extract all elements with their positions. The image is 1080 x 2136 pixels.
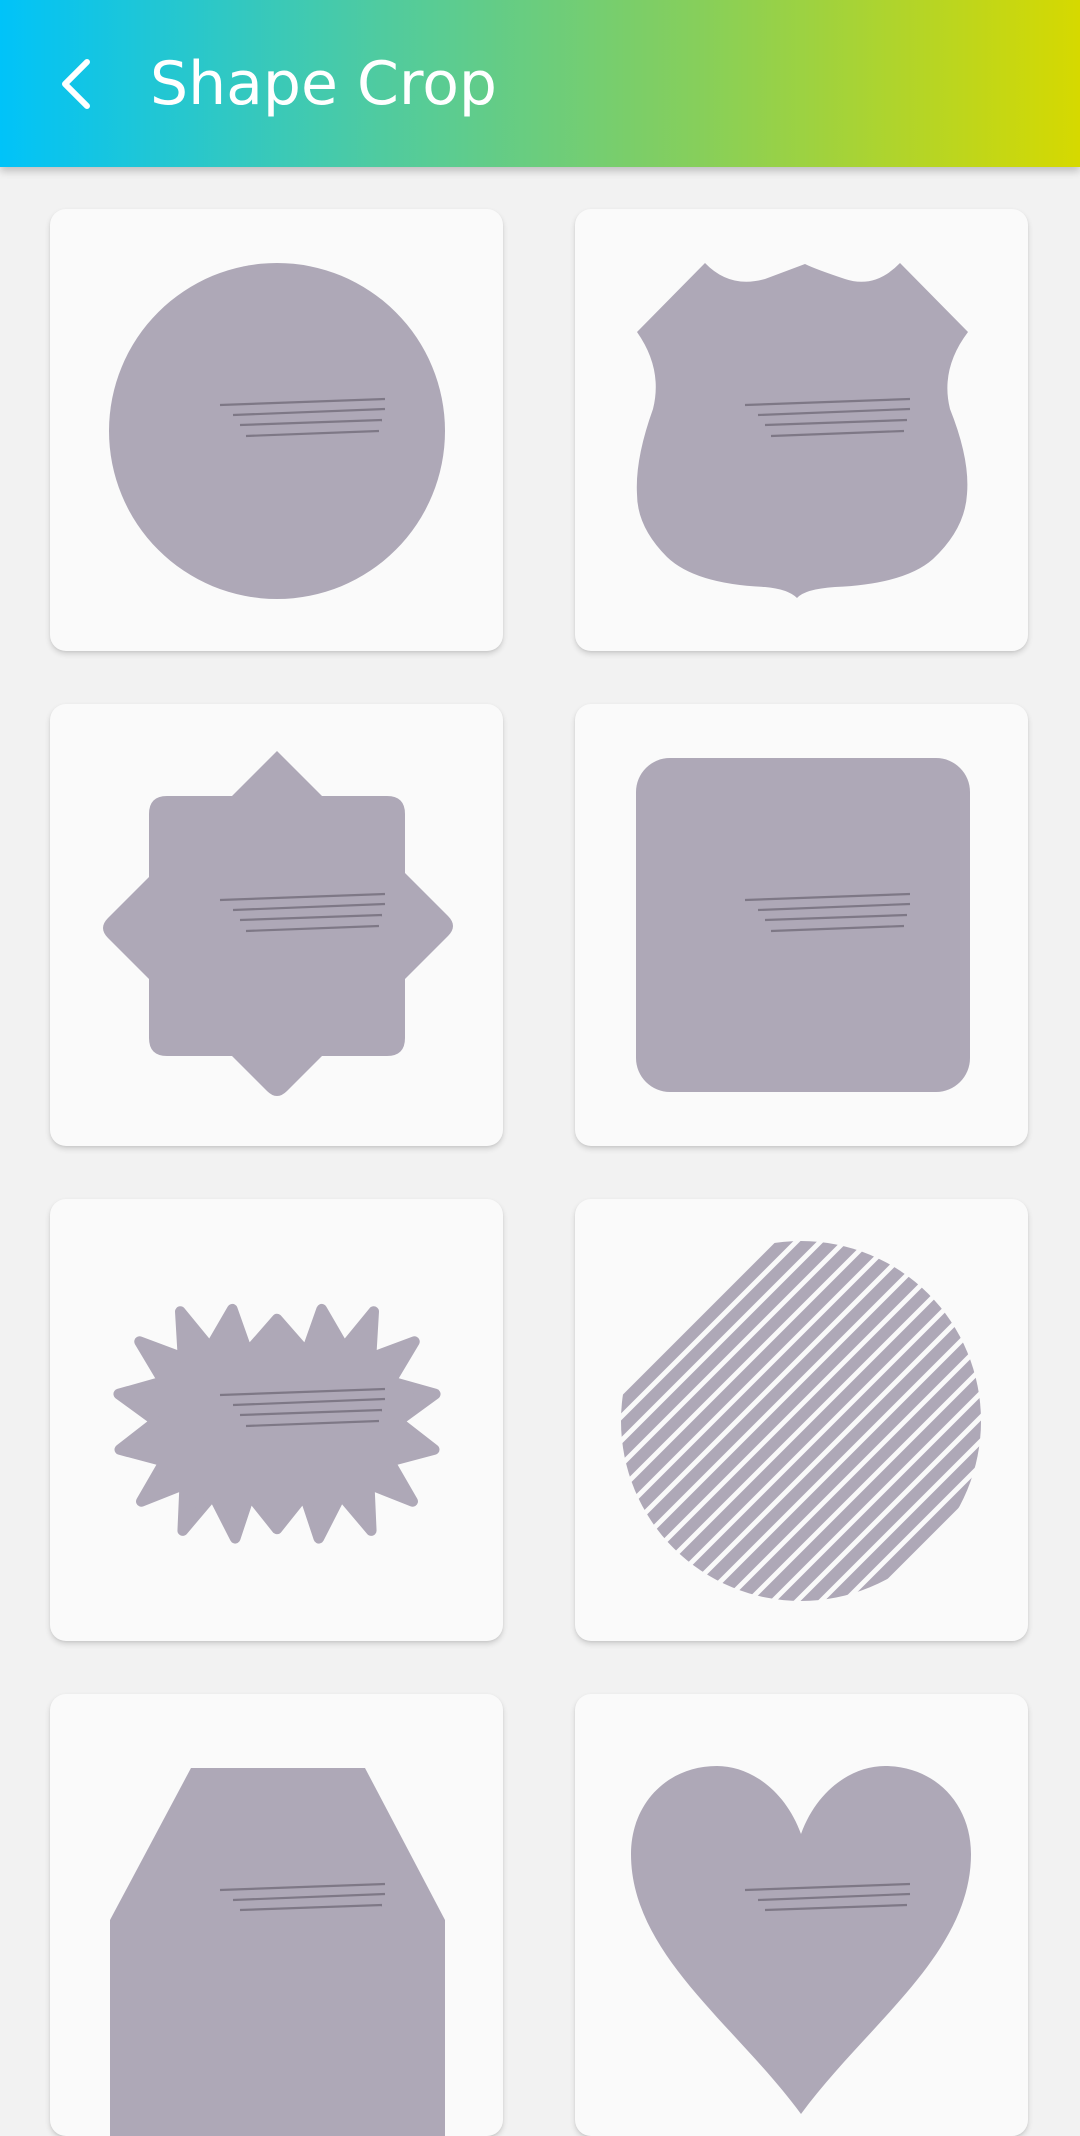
back-button[interactable] [40,44,112,124]
rounded-square-shape-icon [636,758,970,1092]
shape-card-rounded-square[interactable] [575,704,1028,1146]
shape-card-circle[interactable] [50,209,503,651]
app-bar: Shape Crop [0,0,1080,167]
shape-card-shield[interactable] [575,209,1028,651]
page-title: Shape Crop [150,49,497,119]
circle-shape-icon [109,263,445,599]
shield-shape-icon [636,263,968,598]
striped-circle-shape-icon [621,1241,981,1601]
ten-point-star-shape-icon [113,1303,441,1544]
eight-point-star-shape-icon [103,751,453,1096]
shape-card-heart[interactable] [575,1694,1028,2136]
trapezoid-shape-icon [110,1768,445,2136]
shape-card-trapezoid[interactable] [50,1694,503,2136]
shape-card-ten-point-star[interactable] [50,1199,503,1641]
shape-card-eight-point-star[interactable] [50,704,503,1146]
heart-shape-icon [631,1766,971,2114]
chevron-left-icon [62,59,90,109]
shape-card-striped-circle[interactable] [575,1199,1028,1641]
shape-grid [0,0,1080,2136]
